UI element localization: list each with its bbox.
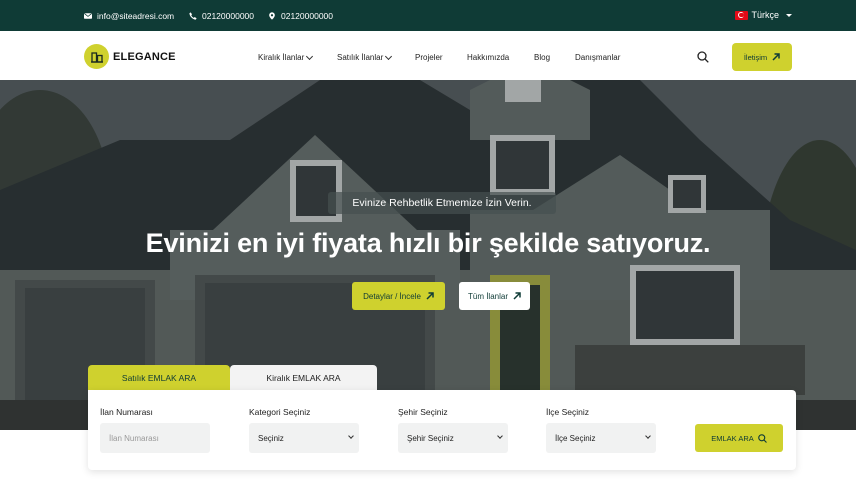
chevron-down-icon — [497, 433, 503, 439]
language-selector[interactable]: Türkçe — [735, 10, 792, 20]
search-icon — [757, 433, 767, 443]
contact-label: İletişim — [743, 52, 768, 62]
caret-down-icon — [786, 13, 792, 17]
nav-label: Hakkımızda — [467, 53, 510, 62]
listing-number-label: İlan Numarası — [100, 407, 153, 417]
district-select[interactable]: İlçe Seçiniz — [546, 423, 656, 453]
arrow-up-right-icon — [772, 53, 780, 61]
all-listings-button[interactable]: Tüm İlanlar — [459, 282, 530, 310]
district-label: İlçe Seçiniz — [546, 407, 589, 417]
district-value: İlçe Seçiniz — [555, 433, 596, 443]
top-bar: info@siteadresi.com 02120000000 02120000… — [0, 0, 856, 31]
nav-about[interactable]: Hakkımızda — [467, 53, 509, 62]
email-contact[interactable]: info@siteadresi.com — [84, 11, 174, 21]
city-label: Şehir Seçiniz — [398, 407, 448, 417]
email-text: info@siteadresi.com — [97, 11, 175, 21]
nav-label: Projeler — [415, 53, 443, 62]
phone-text-2: 02120000000 — [281, 11, 334, 21]
nav-label: Satılık İlanlar — [337, 53, 384, 62]
logo-text: ELEGANCE — [113, 50, 176, 63]
tab-sale-search[interactable]: Satılık EMLAK ARA — [88, 365, 230, 390]
hero-badge: Evinize Rehbetlik Etmemize İzin Verin. — [328, 192, 556, 214]
logo[interactable]: ELEGANCE — [84, 44, 176, 69]
turkey-flag-icon — [735, 10, 749, 20]
main-header: ELEGANCE Kiralık İlanlar Satılık İlanlar… — [0, 31, 856, 80]
details-label: Detaylar / İncele — [363, 291, 421, 301]
search-submit-label: EMLAK ARA — [711, 433, 754, 443]
arrow-up-right-icon — [426, 292, 434, 300]
phone-icon — [189, 12, 197, 20]
nav-label: Danışmanlar — [575, 53, 621, 62]
listing-number-input[interactable]: İlan Numarası — [100, 423, 210, 453]
hero-headline: Evinizi en iyi fiyata hızlı bir şekilde … — [145, 228, 711, 258]
chevron-down-icon — [385, 52, 393, 60]
search-icon[interactable] — [697, 51, 709, 63]
phone-contact-1[interactable]: 02120000000 — [189, 11, 254, 21]
mail-icon — [84, 13, 92, 19]
nav-projects[interactable]: Projeler — [415, 53, 443, 62]
building-icon — [84, 44, 109, 69]
contact-button[interactable]: İletişim — [732, 43, 792, 71]
phone-text-1: 02120000000 — [202, 11, 255, 21]
city-value: Şehir Seçiniz — [407, 433, 454, 443]
tab-rent-search[interactable]: Kiralık EMLAK ARA — [230, 365, 377, 390]
search-panel: İlan Numarası İlan Numarası Kategori Seç… — [88, 390, 796, 470]
chevron-down-icon — [645, 433, 651, 439]
nav-rent-listings[interactable]: Kiralık İlanlar — [258, 52, 314, 62]
category-label: Kategori Seçiniz — [249, 407, 311, 417]
category-select[interactable]: Seçiniz — [249, 423, 359, 453]
nav-sale-listings[interactable]: Satılık İlanlar — [337, 52, 393, 62]
nav-label: Kiralık İlanlar — [258, 53, 305, 62]
all-listings-label: Tüm İlanlar — [467, 291, 508, 301]
chevron-down-icon — [306, 52, 314, 60]
search-submit-button[interactable]: EMLAK ARA — [695, 424, 783, 452]
category-value: Seçiniz — [258, 433, 284, 443]
location-icon — [269, 12, 275, 20]
arrow-up-right-icon — [513, 292, 521, 300]
phone-contact-2[interactable]: 02120000000 — [268, 11, 333, 21]
nav-consultants[interactable]: Danışmanlar — [575, 53, 620, 62]
listing-number-placeholder: İlan Numarası — [109, 433, 159, 443]
language-label: Türkçe — [751, 10, 779, 20]
city-select[interactable]: Şehir Seçiniz — [398, 423, 508, 453]
chevron-down-icon — [348, 433, 354, 439]
nav-blog[interactable]: Blog — [534, 53, 550, 62]
details-button[interactable]: Detaylar / İncele — [352, 282, 445, 310]
nav-label: Blog — [534, 53, 551, 62]
